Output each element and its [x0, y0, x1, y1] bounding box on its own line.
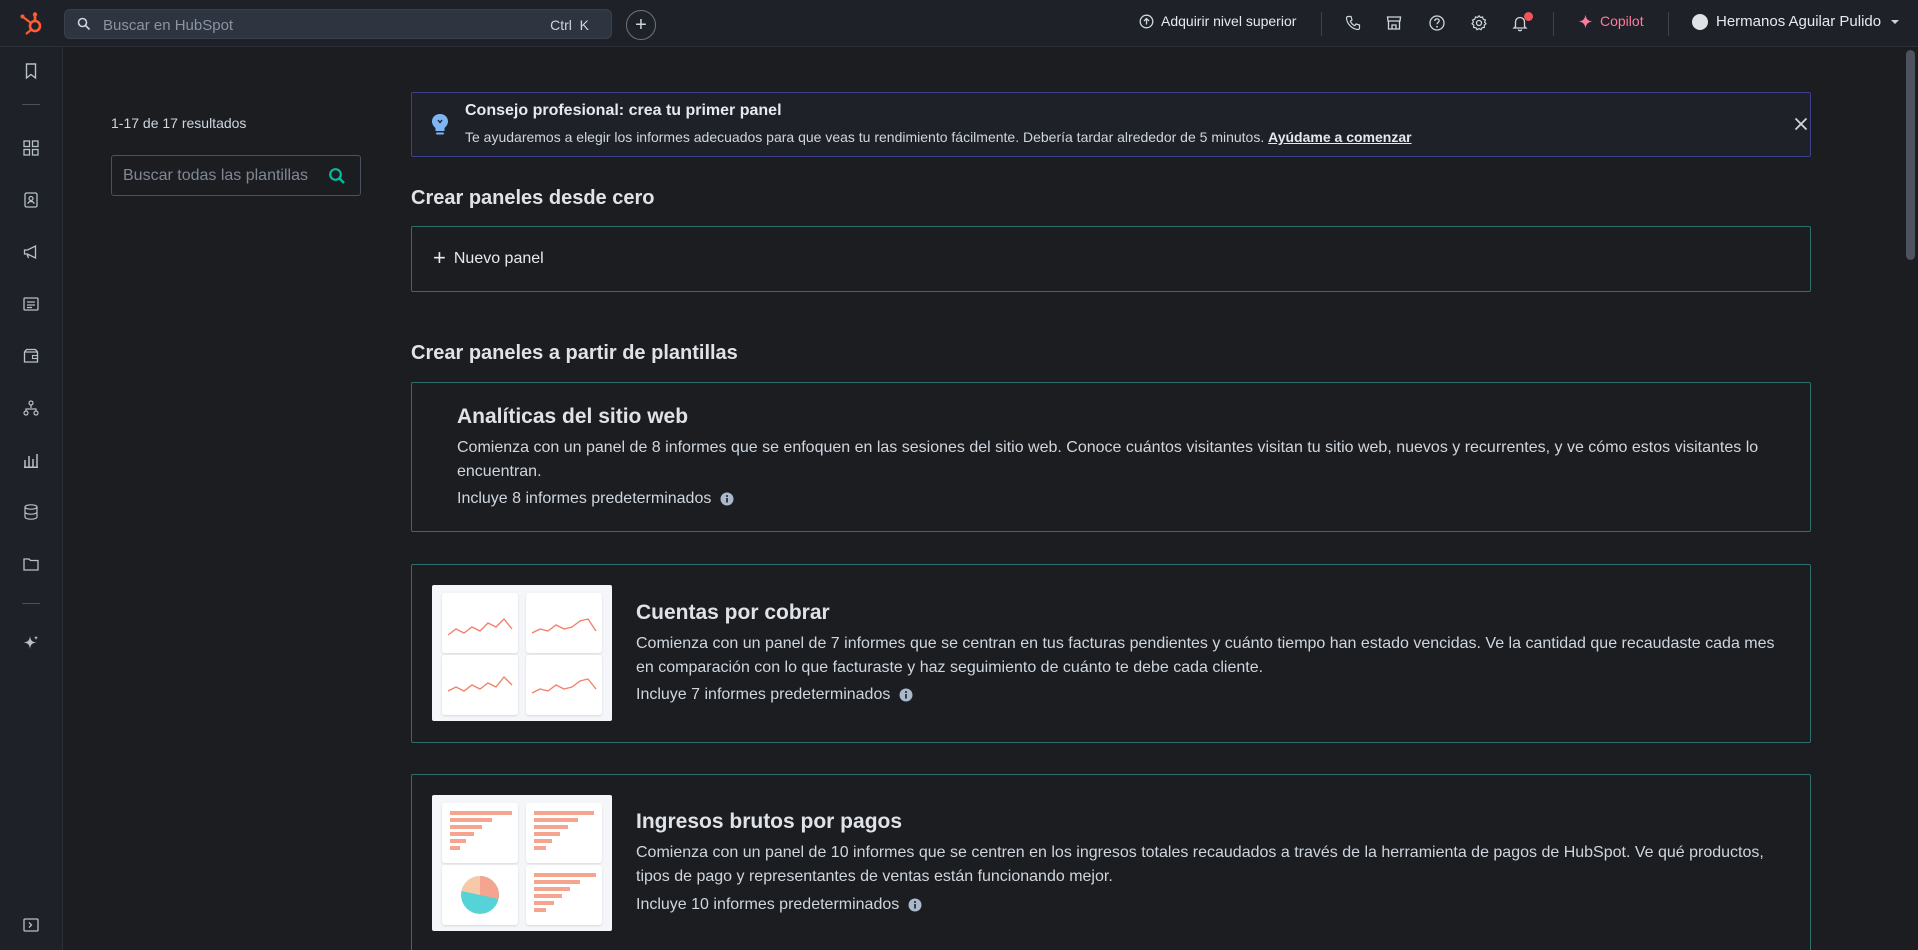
section-heading-scratch: Crear paneles desde cero	[411, 187, 655, 209]
left-navigation-rail	[0, 47, 63, 950]
copilot-label: Copilot	[1600, 13, 1644, 29]
help-icon[interactable]	[1428, 14, 1446, 32]
contacts-icon[interactable]	[22, 191, 40, 209]
pro-tip-banner: Consejo profesional: crea tu primer pane…	[411, 92, 1811, 157]
calling-icon[interactable]	[1344, 14, 1362, 32]
content-icon[interactable]	[22, 295, 40, 313]
search-icon	[77, 17, 91, 31]
upgrade-icon	[1139, 14, 1154, 28]
global-search-input[interactable]: Buscar en HubSpot Ctrl K	[64, 9, 612, 39]
section-heading-templates: Crear paneles a partir de plantillas	[411, 342, 738, 364]
apps-icon[interactable]	[22, 139, 40, 157]
avatar	[1692, 13, 1708, 30]
library-icon[interactable]	[22, 555, 40, 573]
copilot-sparkle-icon	[1578, 14, 1593, 28]
account-menu[interactable]: Hermanos Aguilar Pulido	[1692, 13, 1901, 30]
template-card-website-analytics[interactable]: Analíticas del sitio web Comienza con un…	[411, 382, 1811, 532]
copilot-button[interactable]: Copilot	[1578, 13, 1644, 29]
close-icon[interactable]	[1793, 116, 1809, 132]
tip-title: Consejo profesional: crea tu primer pane…	[465, 102, 782, 119]
search-placeholder: Buscar en HubSpot	[103, 17, 234, 34]
account-name: Hermanos Aguilar Pulido	[1716, 13, 1882, 30]
template-card-gross-payments-revenue[interactable]: Ingresos brutos por pagos Comienza con u…	[411, 774, 1811, 950]
template-includes: Incluye 8 informes predeterminados	[457, 490, 734, 508]
upgrade-button[interactable]: Adquirir nivel superior	[1139, 13, 1296, 29]
reporting-icon[interactable]	[22, 451, 40, 469]
mini-line-chart	[526, 655, 602, 715]
mini-line-chart	[442, 655, 518, 715]
mini-line-chart	[442, 593, 518, 653]
create-new-button[interactable]: +	[626, 10, 656, 40]
template-includes: Incluye 7 informes predeterminados	[636, 686, 913, 704]
divider	[1553, 12, 1554, 36]
divider	[1668, 12, 1669, 36]
template-search-placeholder: Buscar todas las plantillas	[123, 167, 308, 184]
new-panel-label: Nuevo panel	[453, 250, 544, 267]
rail-divider	[22, 603, 40, 604]
chevron-down-icon	[1891, 19, 1900, 24]
template-description: Comienza con un panel de 8 informes que …	[457, 439, 1759, 480]
automation-icon[interactable]	[22, 399, 40, 417]
results-count: 1-17 de 17 resultados	[111, 115, 247, 131]
hubspot-logo-icon[interactable]	[19, 11, 45, 37]
upgrade-label: Adquirir nivel superior	[1161, 13, 1297, 29]
template-includes-text: Incluye 10 informes predeterminados	[636, 896, 900, 913]
mini-bar-chart	[526, 803, 602, 863]
template-search-input[interactable]: Buscar todas las plantillas	[111, 155, 361, 196]
commerce-icon[interactable]	[22, 347, 40, 365]
tip-text: Te ayudaremos a elegir los informes adec…	[465, 129, 1412, 145]
mini-bar-chart	[526, 865, 602, 925]
notification-badge	[1524, 12, 1533, 21]
template-includes: Incluye 10 informes predeterminados	[636, 896, 922, 914]
scrollbar-thumb[interactable]	[1906, 50, 1915, 260]
template-card-accounts-receivable[interactable]: Cuentas por cobrar Comienza con un panel…	[411, 564, 1811, 743]
template-thumbnail-bar-charts	[432, 795, 612, 931]
info-icon[interactable]	[899, 688, 913, 702]
template-thumbnail-line-charts	[432, 585, 612, 721]
divider	[1321, 12, 1322, 36]
mini-pie-chart	[442, 865, 518, 925]
template-description: Comienza con un panel de 7 informes que …	[636, 635, 1775, 676]
mini-bar-chart	[442, 803, 518, 863]
marketplace-icon[interactable]	[1385, 14, 1403, 32]
plus-icon: +	[433, 244, 446, 270]
tip-body: Te ayudaremos a elegir los informes adec…	[465, 129, 1269, 145]
search-icon[interactable]	[328, 167, 346, 185]
info-icon[interactable]	[720, 492, 734, 506]
rail-divider	[22, 104, 40, 105]
search-shortcut: Ctrl K	[550, 17, 589, 33]
template-includes-text: Incluye 7 informes predeterminados	[636, 686, 891, 703]
template-title: Ingresos brutos por pagos	[636, 810, 903, 833]
help-me-start-link[interactable]: Ayúdame a comenzar	[1268, 129, 1411, 145]
expand-icon[interactable]	[22, 916, 40, 934]
data-icon[interactable]	[22, 503, 40, 521]
template-includes-text: Incluye 8 informes predeterminados	[457, 490, 712, 507]
bookmark-icon[interactable]	[22, 62, 40, 80]
plus-icon: +	[635, 14, 647, 36]
top-navigation-bar: Buscar en HubSpot Ctrl K + Adquirir nive…	[0, 0, 1918, 47]
mini-line-chart	[526, 593, 602, 653]
new-panel-button[interactable]: + Nuevo panel	[411, 226, 1811, 292]
template-title: Analíticas del sitio web	[457, 405, 689, 428]
template-description: Comienza con un panel de 10 informes que…	[636, 844, 1764, 885]
lightbulb-icon	[432, 114, 448, 135]
breeze-icon[interactable]	[22, 634, 40, 652]
template-title: Cuentas por cobrar	[636, 601, 830, 624]
marketing-icon[interactable]	[22, 243, 40, 261]
info-icon[interactable]	[908, 898, 922, 912]
settings-icon[interactable]	[1470, 14, 1488, 32]
